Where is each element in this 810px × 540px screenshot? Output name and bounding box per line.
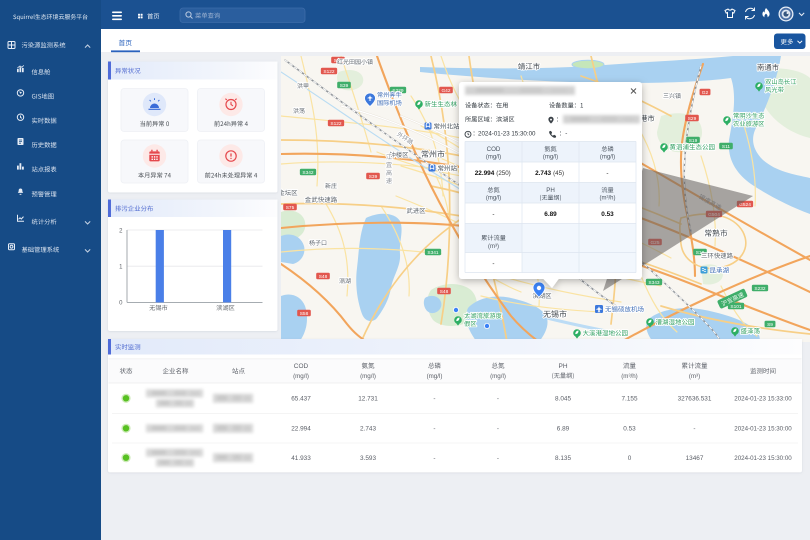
svg-text:G42: G42	[441, 88, 450, 94]
svg-text:6.89: 6.89	[557, 426, 570, 433]
svg-text:S58: S58	[300, 311, 309, 317]
svg-text:65.437: 65.437	[291, 396, 311, 403]
svg-text:(mg/l): (mg/l)	[293, 373, 309, 380]
svg-text:S11: S11	[722, 144, 731, 150]
svg-text:S19: S19	[689, 138, 698, 144]
svg-text:13467: 13467	[686, 455, 704, 462]
svg-text:S232: S232	[754, 286, 766, 292]
svg-text:0: 0	[628, 455, 632, 462]
svg-text:12.731: 12.731	[358, 396, 378, 403]
svg-text:-: -	[606, 170, 608, 177]
svg-text:(mg/l): (mg/l)	[486, 155, 501, 161]
svg-text:(m³): (m³)	[488, 244, 499, 250]
svg-text:S48: S48	[319, 274, 328, 280]
svg-text:(mg/l): (mg/l)	[490, 373, 506, 380]
svg-text:22.994: 22.994	[475, 170, 495, 177]
svg-text:(250): (250)	[496, 170, 510, 177]
svg-text:S122: S122	[323, 69, 335, 75]
svg-text:2024-01-23 15:30:00: 2024-01-23 15:30:00	[478, 131, 536, 138]
svg-text:(mg/l): (mg/l)	[543, 155, 558, 161]
svg-text:2024-01-23 15:33:00: 2024-01-23 15:33:00	[734, 396, 792, 403]
svg-text:(m³): (m³)	[689, 373, 700, 380]
svg-text:6.89: 6.89	[544, 211, 557, 218]
svg-text:S343: S343	[648, 280, 660, 286]
svg-text:-: -	[497, 455, 499, 462]
svg-text:S48: S48	[440, 289, 449, 295]
svg-text:7.155: 7.155	[622, 396, 638, 403]
svg-text:41.933: 41.933	[291, 455, 311, 462]
svg-text:COD: COD	[294, 363, 309, 370]
svg-text:8.135: 8.135	[555, 455, 571, 462]
svg-text:S122: S122	[330, 121, 342, 127]
svg-text:327636.531: 327636.531	[678, 396, 712, 403]
svg-text:S39: S39	[340, 83, 349, 89]
svg-text:-: -	[497, 426, 499, 433]
svg-text:-: -	[492, 211, 494, 218]
svg-text:S342: S342	[302, 170, 314, 176]
svg-text:-: -	[433, 455, 435, 462]
svg-text:S39: S39	[369, 174, 378, 180]
svg-text:2024-01-23 15:30:00: 2024-01-23 15:30:00	[734, 426, 792, 433]
svg-text:(mg/l): (mg/l)	[427, 373, 443, 380]
svg-text:8.045: 8.045	[555, 396, 571, 403]
svg-text:S341: S341	[427, 250, 439, 256]
svg-text:S101: S101	[730, 304, 742, 310]
svg-text:(mg/l): (mg/l)	[486, 196, 501, 202]
svg-text:0.53: 0.53	[601, 211, 614, 218]
svg-text:S29: S29	[688, 116, 697, 122]
svg-text:2.743: 2.743	[535, 170, 551, 177]
svg-text:(mg/l): (mg/l)	[360, 373, 376, 380]
svg-text:PH: PH	[546, 187, 555, 194]
svg-text:PH: PH	[558, 363, 567, 370]
svg-text:S75: S75	[286, 205, 295, 211]
svg-text:(m³/h): (m³/h)	[621, 373, 638, 380]
svg-text:(mg/l): (mg/l)	[600, 155, 615, 161]
svg-text:22.994: 22.994	[291, 426, 311, 433]
svg-text:-: -	[693, 426, 695, 433]
svg-text:-: -	[433, 426, 435, 433]
svg-text:-: -	[497, 396, 499, 403]
svg-text:3.593: 3.593	[360, 455, 376, 462]
svg-text:-: -	[492, 261, 494, 268]
svg-text:0.53: 0.53	[623, 426, 636, 433]
svg-text:(m³/h): (m³/h)	[600, 196, 616, 202]
svg-text:2024-01-23 15:30:00: 2024-01-23 15:30:00	[734, 455, 792, 462]
svg-text:G2: G2	[702, 90, 709, 96]
svg-text:-: -	[433, 396, 435, 403]
svg-text:COD: COD	[487, 146, 501, 153]
svg-text:S9: S9	[767, 322, 773, 328]
svg-text:(45): (45)	[553, 170, 564, 177]
svg-text:2.743: 2.743	[360, 426, 376, 433]
